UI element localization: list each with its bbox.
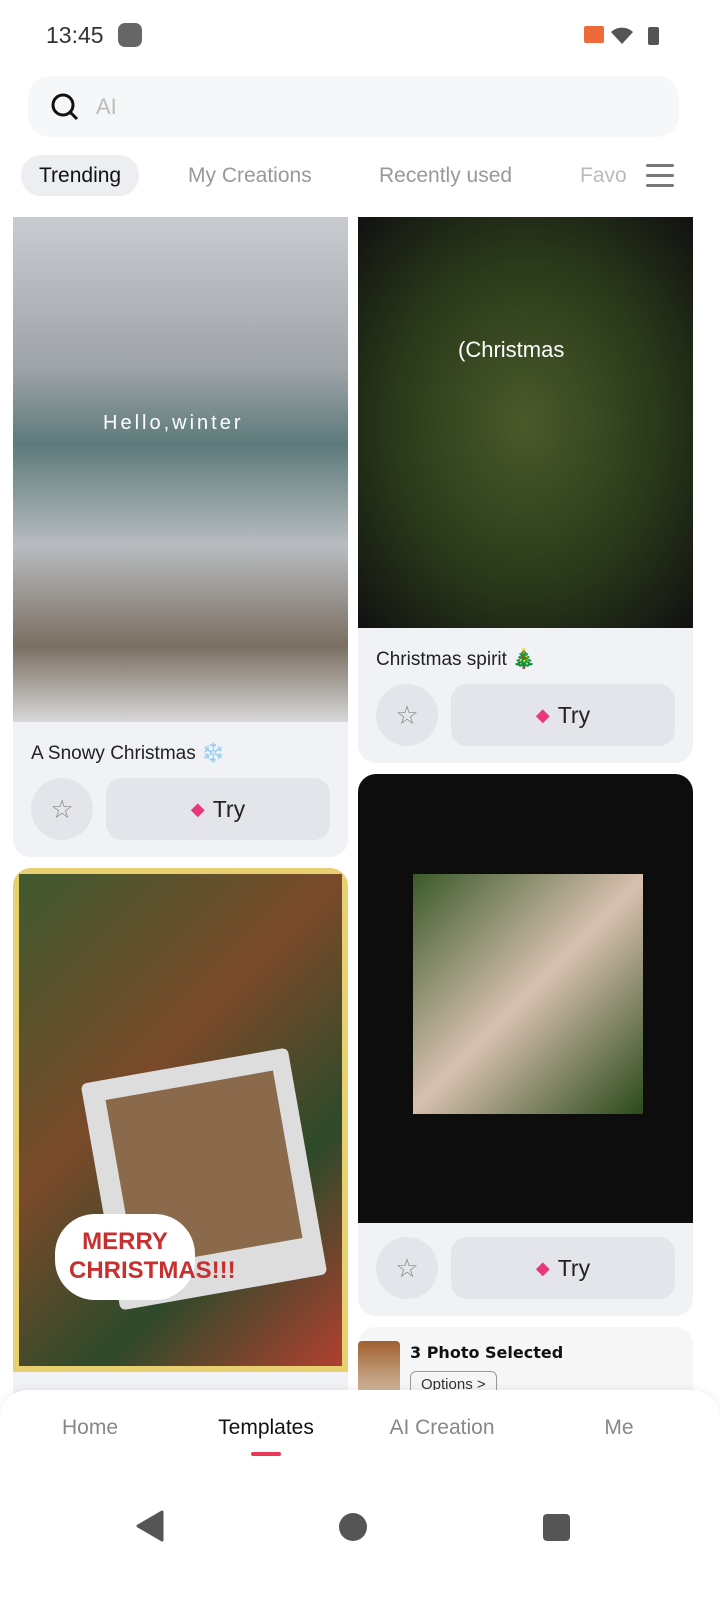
template-image[interactable]: MERRY CHRISTMAS!!! <box>13 868 348 1372</box>
menu-icon[interactable] <box>646 163 674 189</box>
try-label: Try <box>557 1254 591 1281</box>
cast-icon <box>584 26 604 43</box>
search-input[interactable]: AI <box>28 76 679 137</box>
template-image[interactable]: (Christmas <box>358 217 693 628</box>
image-overlay-text: (Christmas <box>458 337 565 362</box>
tab-favorites[interactable]: Favo <box>580 155 626 196</box>
nav-templates[interactable]: Templates <box>176 1416 356 1440</box>
star-icon: ☆ <box>50 793 74 824</box>
gem-icon: ◆ <box>190 798 205 819</box>
favorite-button[interactable]: ☆ <box>376 1237 438 1299</box>
template-card[interactable]: ☆ ◆ Try <box>358 774 693 1316</box>
back-icon[interactable] <box>136 1510 164 1542</box>
card-caption: Christmas spirit 🎄 <box>376 649 536 670</box>
image-overlay-text: Hello,winter <box>103 412 244 434</box>
template-image[interactable]: Hello,winter <box>13 217 348 722</box>
status-time: 13:45 <box>46 22 104 48</box>
status-icons <box>584 26 659 45</box>
template-card[interactable]: MERRY CHRISTMAS!!! <box>13 868 348 1428</box>
category-tabs: Trending My Creations Recently used Favo <box>0 155 720 197</box>
wifi-icon <box>611 27 633 44</box>
star-icon: ☆ <box>395 1252 419 1283</box>
home-icon[interactable] <box>338 1512 368 1542</box>
gem-icon: ◆ <box>535 1257 550 1278</box>
bottom-nav: Home Templates AI Creation Me <box>0 1390 720 1600</box>
card-caption: A Snowy Christmas ❄️ <box>31 743 225 764</box>
nav-home[interactable]: Home <box>0 1416 180 1440</box>
try-button[interactable]: ◆ Try <box>451 1237 675 1299</box>
try-button[interactable]: ◆ Try <box>106 778 330 840</box>
tab-recently-used[interactable]: Recently used <box>379 155 512 196</box>
star-icon: ☆ <box>395 699 419 730</box>
banner-title: 3 Photo Selected <box>410 1343 564 1362</box>
active-tab-indicator <box>251 1452 281 1456</box>
template-image[interactable] <box>358 774 693 1223</box>
tab-my-creations[interactable]: My Creations <box>188 155 312 196</box>
favorite-button[interactable]: ☆ <box>376 684 438 746</box>
tab-trending[interactable]: Trending <box>21 155 140 196</box>
battery-icon <box>648 27 659 45</box>
recents-icon[interactable] <box>543 1514 570 1541</box>
nav-ai-creation[interactable]: AI Creation <box>352 1416 532 1440</box>
search-icon <box>51 93 79 121</box>
template-card[interactable]: Hello,winter A Snowy Christmas ❄️ ☆ ◆ Try <box>13 217 348 857</box>
try-label: Try <box>557 701 591 728</box>
status-bar: 13:45 <box>0 0 720 70</box>
gem-icon: ◆ <box>535 704 550 725</box>
try-label: Try <box>212 795 246 822</box>
favorite-button[interactable]: ☆ <box>31 778 93 840</box>
template-card[interactable]: (Christmas Christmas spirit 🎄 ☆ ◆ Try <box>358 217 693 763</box>
image-overlay-text: MERRY CHRISTMAS!!! <box>55 1214 236 1300</box>
try-button[interactable]: ◆ Try <box>451 684 675 746</box>
nav-me[interactable]: Me <box>529 1416 709 1440</box>
notification-icon <box>118 23 142 47</box>
search-placeholder: AI <box>96 94 117 119</box>
